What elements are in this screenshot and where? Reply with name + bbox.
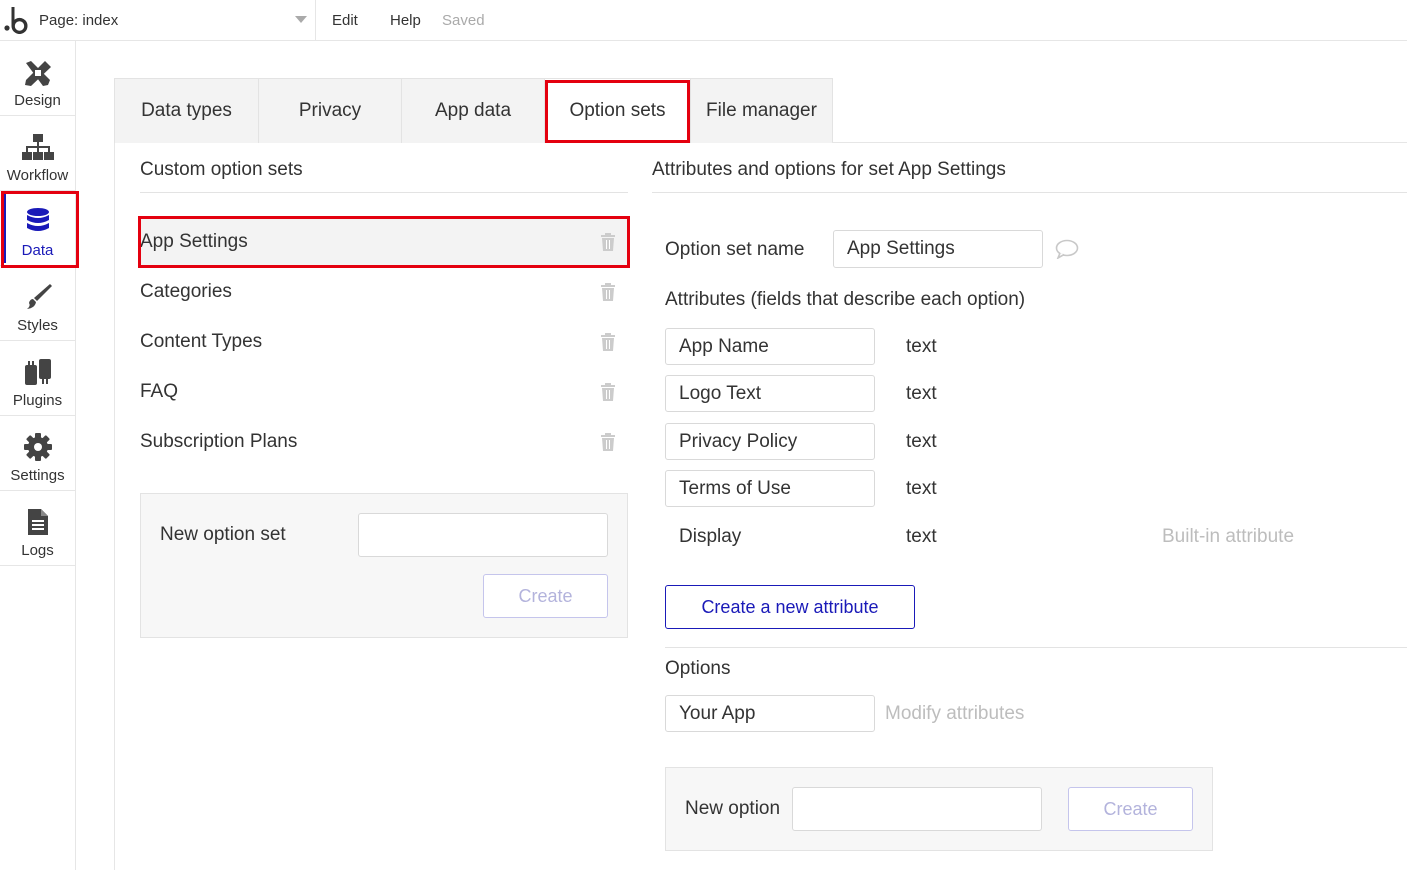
attribute-type: text	[906, 383, 937, 404]
attribute-name-input[interactable]: Logo Text	[665, 375, 875, 412]
option-set-row-faq[interactable]: FAQ	[140, 368, 628, 416]
option-set-name: Subscription Plans	[140, 431, 298, 452]
new-option-input[interactable]	[792, 787, 1042, 831]
tab-label: App data	[434, 100, 512, 121]
divider	[665, 647, 1407, 648]
modify-attributes-link[interactable]: Modify attributes	[885, 703, 1024, 725]
tab-file-manager[interactable]: File manager	[691, 78, 833, 143]
trash-icon[interactable]	[600, 432, 616, 452]
active-indicator	[3, 194, 6, 263]
option-sets-heading: Custom option sets	[140, 159, 303, 180]
attribute-type: text	[906, 336, 937, 357]
top-bar: Page: index Edit Help Saved	[0, 0, 1407, 41]
tab-privacy[interactable]: Privacy	[259, 78, 402, 143]
option-set-row-content-types[interactable]: Content Types	[140, 318, 628, 366]
sidebar-item-workflow[interactable]: Workflow	[0, 116, 75, 191]
sidebar-item-label: Styles	[17, 317, 58, 334]
option-set-row-categories[interactable]: Categories	[140, 268, 628, 316]
trash-icon[interactable]	[600, 332, 616, 352]
chevron-down-icon	[295, 16, 307, 23]
attribute-name-input[interactable]: Privacy Policy	[665, 423, 875, 460]
attributes-heading: Attributes and options for set App Setti…	[652, 159, 1006, 180]
workflow-icon	[21, 134, 54, 160]
tab-label: Data types	[141, 100, 232, 121]
option-name-input[interactable]: Your App	[665, 695, 875, 732]
tab-bar-underline	[832, 142, 1407, 143]
attributes-subheading: Attributes (fields that describe each op…	[665, 289, 1026, 310]
attribute-name-input[interactable]: Terms of Use	[665, 470, 875, 507]
new-option-set-input[interactable]	[358, 513, 608, 557]
option-set-name: Content Types	[140, 331, 263, 352]
built-in-attribute-note: Built-in attribute	[1162, 526, 1295, 547]
attribute-name-readonly: Display	[679, 526, 742, 547]
edit-menu[interactable]: Edit	[332, 0, 358, 40]
save-status: Saved	[442, 11, 485, 29]
sidebar-item-data[interactable]: Data	[0, 191, 79, 268]
attribute-name-input[interactable]: App Name	[665, 328, 875, 365]
plug-icon	[24, 359, 51, 385]
option-set-name-label: Option set name	[665, 239, 805, 260]
sidebar-item-styles[interactable]: Styles	[0, 266, 75, 341]
page-selector[interactable]: Page: index	[39, 0, 315, 40]
tab-option-sets[interactable]: Option sets	[545, 78, 691, 143]
highlight-box	[138, 216, 630, 268]
option-set-name: Categories	[140, 281, 232, 302]
sidebar-item-label: Design	[14, 92, 61, 109]
topbar-divider	[315, 0, 316, 40]
option-set-row-app-settings[interactable]: App Settings	[138, 216, 630, 268]
comment-icon[interactable]	[1055, 239, 1079, 259]
data-tabs: Data types Privacy App data Option sets …	[114, 78, 833, 143]
highlight-box	[545, 80, 690, 143]
new-option-label: New option	[685, 798, 781, 819]
database-icon	[26, 208, 49, 231]
tab-data-types[interactable]: Data types	[114, 78, 259, 143]
option-set-name: FAQ	[140, 381, 179, 402]
sidebar-item-label: Workflow	[6, 167, 69, 184]
option-set-row-subscription-plans[interactable]: Subscription Plans	[140, 418, 628, 466]
gear-icon	[23, 433, 52, 461]
trash-icon[interactable]	[600, 282, 616, 302]
create-attribute-button[interactable]: Create a new attribute	[665, 585, 915, 629]
sidebar-item-plugins[interactable]: Plugins	[0, 341, 75, 416]
tab-app-data[interactable]: App data	[402, 78, 545, 143]
brush-icon	[26, 284, 52, 309]
sidebar-item-logs[interactable]: Logs	[0, 491, 75, 566]
attribute-type: text	[906, 431, 937, 452]
sidebar: Design Workflow Data Styles Plugins Sett…	[0, 41, 79, 870]
sidebar-item-settings[interactable]: Settings	[0, 416, 75, 491]
options-heading: Options	[665, 658, 731, 679]
option-set-name-input[interactable]: App Settings	[833, 230, 1043, 268]
design-icon	[24, 61, 51, 86]
create-option-button[interactable]: Create	[1068, 787, 1193, 831]
divider	[140, 192, 628, 193]
attribute-type: text	[906, 526, 937, 547]
create-option-set-button[interactable]: Create	[483, 574, 608, 618]
attribute-type: text	[906, 478, 937, 499]
sidebar-item-label: Settings	[10, 467, 65, 484]
trash-icon[interactable]	[600, 382, 616, 402]
sidebar-item-label: Plugins	[12, 392, 63, 409]
tab-label: Privacy	[298, 100, 362, 121]
document-icon	[27, 509, 48, 535]
new-option-set-label: New option set	[160, 524, 286, 545]
sidebar-item-label: Data	[21, 242, 54, 259]
tab-label: File manager	[706, 100, 817, 121]
sidebar-item-label: Logs	[21, 542, 54, 559]
bubble-logo-icon[interactable]	[4, 4, 30, 34]
sidebar-item-design[interactable]: Design	[0, 41, 75, 116]
page-selector-label: Page: index	[39, 11, 119, 29]
divider	[652, 192, 1407, 193]
help-menu[interactable]: Help	[390, 0, 421, 40]
